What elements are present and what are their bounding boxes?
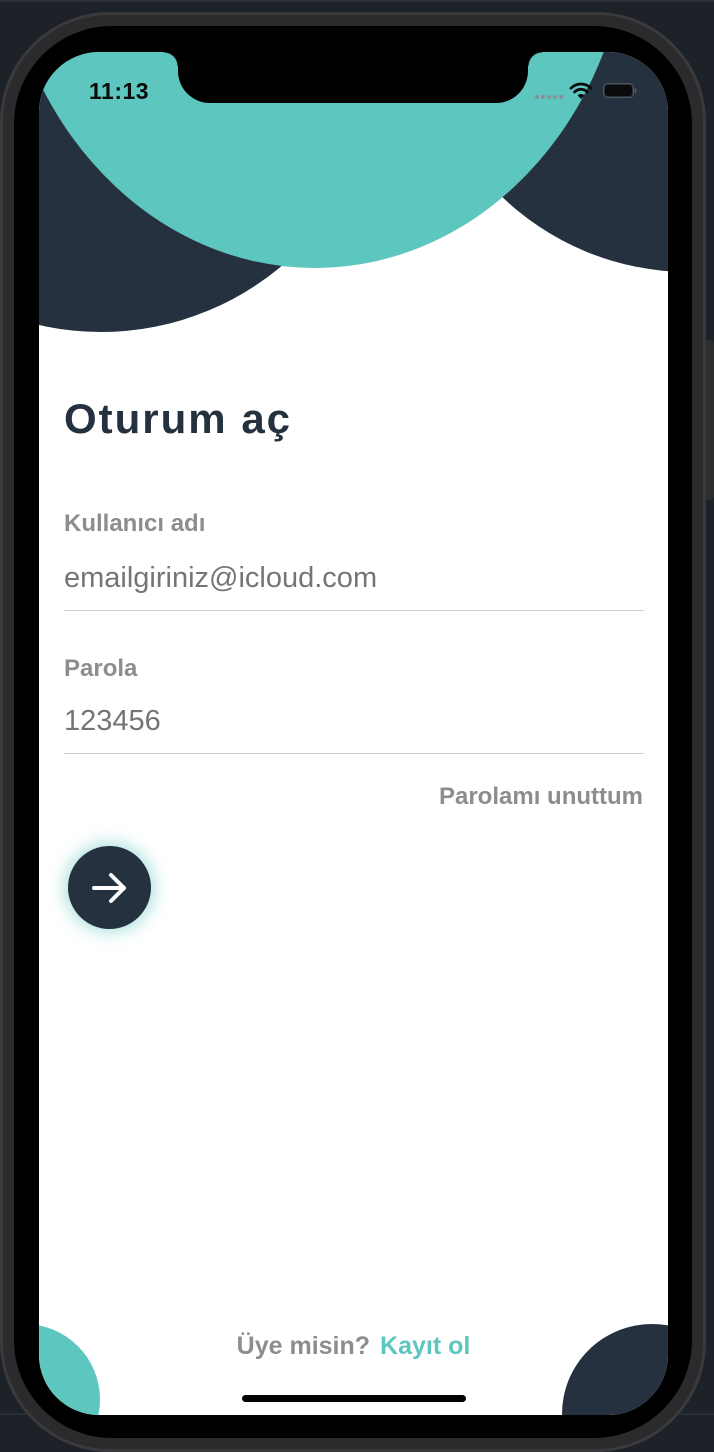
arrow-right-icon xyxy=(91,872,126,903)
username-input[interactable] xyxy=(64,562,644,595)
status-time: 11:13 xyxy=(89,78,150,104)
status-icons xyxy=(535,82,645,104)
login-submit-button[interactable] xyxy=(68,846,151,929)
password-underline xyxy=(64,753,644,754)
page-title: Oturum aç xyxy=(64,395,293,442)
forgot-password-link[interactable]: Parolamı unuttum xyxy=(439,783,643,811)
background-divider xyxy=(0,0,714,2)
member-question: Üye misin? xyxy=(236,1332,371,1360)
battery-icon xyxy=(603,83,637,98)
side-button xyxy=(706,340,714,500)
username-label: Kullanıcı adı xyxy=(64,510,206,537)
register-prompt: Üye misin? Kayıt ol xyxy=(39,1332,668,1361)
notch xyxy=(164,52,542,103)
username-underline xyxy=(64,610,644,611)
cellular-signal-icon xyxy=(535,95,563,99)
password-label: Parola xyxy=(64,655,138,682)
app-stage: 11:13 Oturum aç Kullanıcı adı Parola Par… xyxy=(0,0,714,1452)
register-link[interactable]: Kayıt ol xyxy=(380,1332,470,1360)
phone-screen: 11:13 Oturum aç Kullanıcı adı Parola Par… xyxy=(39,52,668,1415)
home-indicator[interactable] xyxy=(242,1395,466,1402)
wifi-icon xyxy=(569,82,593,99)
password-input[interactable] xyxy=(64,705,644,738)
